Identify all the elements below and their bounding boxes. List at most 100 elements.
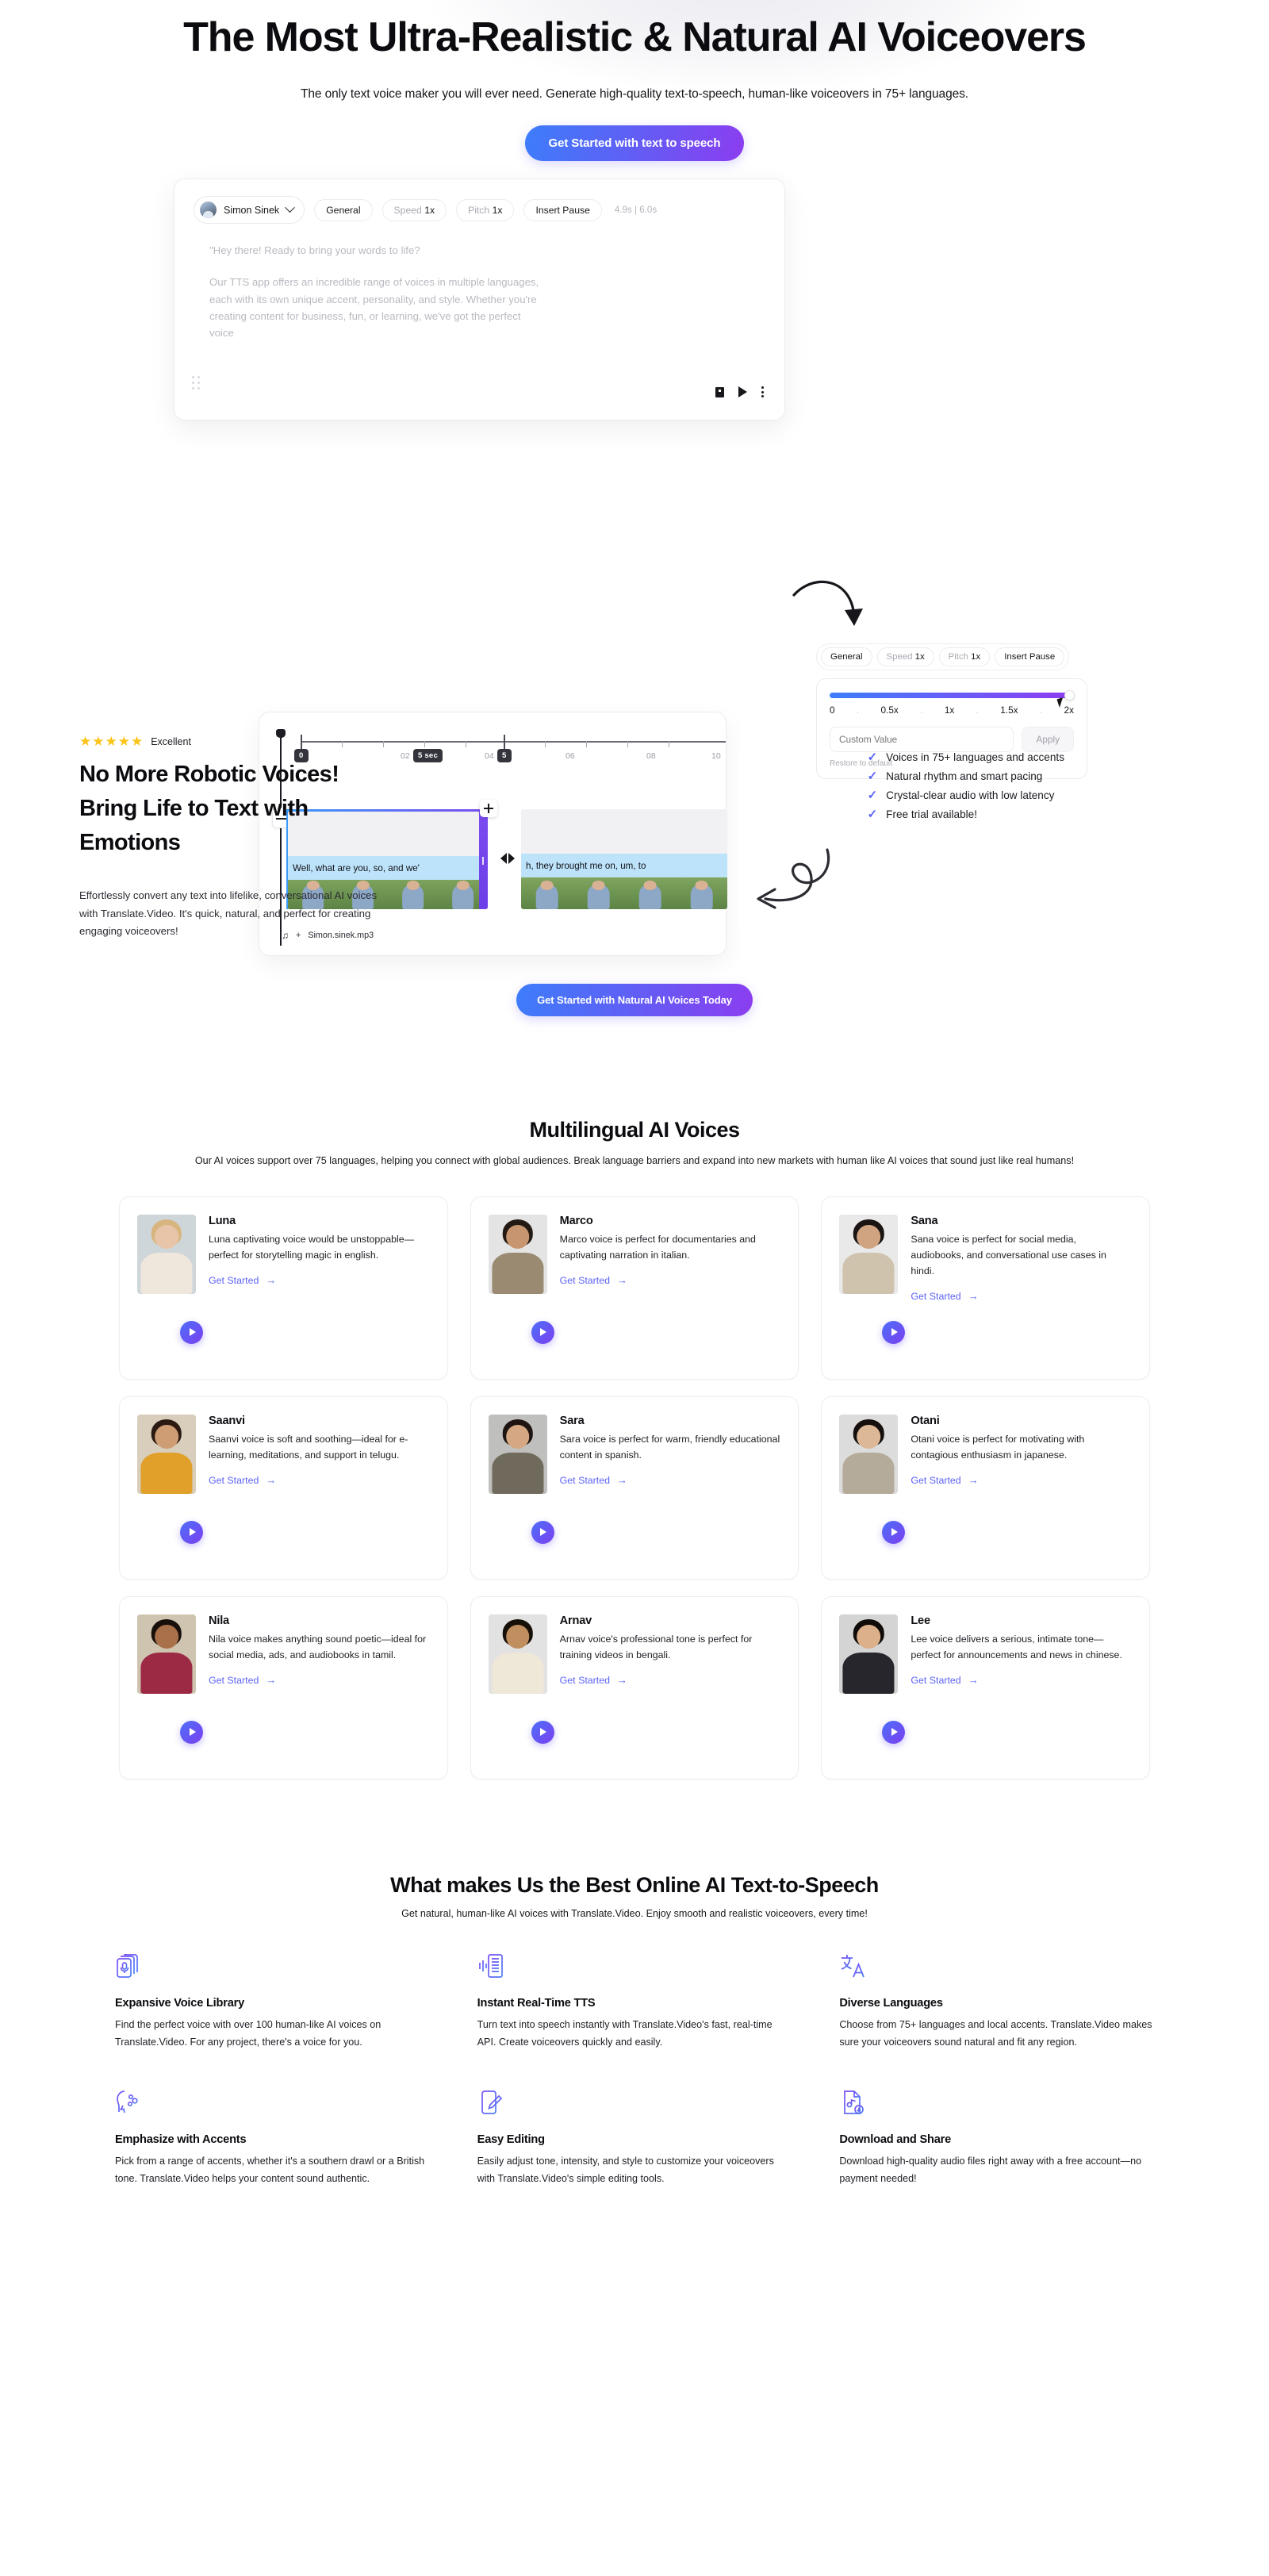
voice-thumbnail: [839, 1614, 906, 1758]
feature-item: Instant Real-Time TTS Turn text into spee…: [477, 1952, 792, 2051]
bookmark-icon[interactable]: [715, 386, 724, 397]
voice-info: Sana Sana voice is perfect for social med…: [911, 1215, 1132, 1358]
feature-title: Emphasize with Accents: [115, 2133, 247, 2147]
voice-card[interactable]: Otani Otani voice is perfect for motivati…: [821, 1395, 1150, 1580]
voice-card[interactable]: Sana Sana voice is perfect for social med…: [821, 1196, 1150, 1380]
voice-description: Saanvi voice is soft and soothing—ideal …: [209, 1433, 408, 1461]
voice-card[interactable]: Lee Lee voice delivers a serious, intimat…: [821, 1595, 1150, 1779]
get-started-label: Get Started: [559, 1474, 611, 1486]
get-started-label: Get Started: [209, 1474, 259, 1486]
speed-slider[interactable]: [830, 690, 1075, 701]
voice-card[interactable]: Sara Sara voice is perfect for warm, frie…: [470, 1395, 799, 1580]
play-voice-button[interactable]: [531, 1520, 554, 1544]
hero-cta-button[interactable]: Get Started with text to speech: [524, 125, 745, 162]
voice-description: Sana voice is perfect for social media, …: [911, 1233, 1106, 1277]
voice-description: Nila voice makes anything sound poetic—i…: [209, 1633, 427, 1661]
voice-avatar-image: [488, 1414, 547, 1494]
get-started-label: Get Started: [911, 1474, 961, 1486]
scale-dot-4: .: [1039, 704, 1043, 716]
rating-label: Excellent: [151, 736, 191, 748]
transition-icon[interactable]: [499, 851, 516, 866]
voice-info: Saanvi Saanvi voice is soft and soothing—…: [209, 1415, 430, 1558]
scale-0: 0: [830, 704, 835, 716]
arrow-right-icon: →: [617, 1674, 628, 1687]
voice-name: Marco: [559, 1214, 593, 1227]
play-voice-button[interactable]: [531, 1320, 554, 1344]
voice-library-icon: [115, 1952, 142, 1979]
product-mockup-area: Simon Sinek General Speed 1x Pitch 1x In…: [0, 179, 1269, 957]
checklist-label: Voices in 75+ languages and accents: [886, 751, 1064, 764]
get-started-link[interactable]: Get Started →: [209, 1674, 276, 1686]
popover-speed-label: Speed: [886, 652, 913, 662]
play-icon[interactable]: [738, 386, 747, 398]
feature-title: Instant Real-Time TTS: [477, 1996, 596, 2010]
get-started-link[interactable]: Get Started →: [911, 1474, 978, 1486]
insert-pause-button[interactable]: Insert Pause: [523, 198, 602, 221]
feature-item: Emphasize with Accents Pick from a range …: [115, 2089, 430, 2187]
get-started-link[interactable]: Get Started →: [560, 1474, 627, 1486]
feature-title: Diverse Languages: [839, 1996, 943, 2010]
feature-title: Easy Editing: [477, 2133, 545, 2147]
get-started-link[interactable]: Get Started →: [560, 1274, 627, 1286]
voice-card[interactable]: Marco Marco voice is perfect for document…: [470, 1196, 799, 1380]
speed-slider-knob[interactable]: [1064, 690, 1075, 701]
voice-thumbnail: [839, 1414, 906, 1558]
popover-tab-general[interactable]: General: [821, 647, 872, 667]
voice-card[interactable]: Saanvi Saanvi voice is soft and soothing—…: [119, 1395, 448, 1580]
add-clip-button[interactable]: [480, 800, 497, 818]
editor-toolbar: Simon Sinek General Speed 1x Pitch 1x In…: [174, 179, 784, 225]
scale-dot-3: .: [976, 704, 979, 716]
get-started-label: Get Started: [911, 1290, 961, 1302]
speed-value: 1x: [424, 204, 435, 216]
play-voice-button[interactable]: [882, 1520, 906, 1544]
play-voice-button[interactable]: [531, 1720, 554, 1744]
emotions-cta-button[interactable]: Get Started with Natural AI Voices Today: [516, 984, 753, 1017]
tab-speed[interactable]: Speed 1x: [381, 198, 447, 221]
arrow-right-icon: →: [266, 1474, 277, 1487]
voice-card[interactable]: Arnav Arnav voice's professional tone is …: [470, 1595, 799, 1779]
emotions-body: Effortlessly convert any text into lifel…: [79, 889, 378, 938]
editor-text-area[interactable]: "Hey there! Ready to bring your words to…: [174, 224, 784, 342]
tab-pitch[interactable]: Pitch 1x: [456, 198, 515, 221]
play-voice-button[interactable]: [180, 1720, 203, 1744]
list-item: ✓ Crystal-clear audio with low latency: [868, 789, 1064, 801]
voice-card[interactable]: Nila Nila voice makes anything sound poet…: [119, 1595, 448, 1779]
download-audio-icon: [839, 2089, 866, 2116]
play-voice-button[interactable]: [180, 1520, 203, 1544]
voice-selector[interactable]: Simon Sinek: [194, 196, 305, 225]
voice-avatar-image: [839, 1214, 899, 1294]
voices-title: Multilingual AI Voices: [529, 1118, 740, 1142]
get-started-link[interactable]: Get Started →: [560, 1674, 627, 1686]
editor-placeholder-line-2: Our TTS app offers an incredible range o…: [209, 276, 539, 340]
arrow-right-icon: →: [266, 1674, 277, 1687]
play-voice-button[interactable]: [882, 1320, 906, 1344]
arrow-right-icon: →: [968, 1474, 979, 1487]
voice-description: Marco voice is perfect for documentaries…: [559, 1233, 756, 1261]
voice-description: Arnav voice's professional tone is perfe…: [559, 1633, 753, 1661]
popover-tab-speed[interactable]: Speed 1x: [876, 647, 934, 667]
voice-info: Luna Luna captivating voice would be unst…: [209, 1215, 430, 1358]
popover-tab-pitch[interactable]: Pitch 1x: [938, 647, 991, 667]
voice-avatar-image: [137, 1614, 196, 1694]
checklist-label: Crystal-clear audio with low latency: [886, 789, 1055, 802]
realtime-waveform-icon: [477, 1952, 504, 1979]
play-voice-button[interactable]: [180, 1320, 203, 1344]
get-started-link[interactable]: Get Started →: [911, 1290, 978, 1302]
drag-handle-icon[interactable]: [192, 376, 200, 390]
arrow-right-icon: →: [617, 1474, 628, 1487]
play-voice-button[interactable]: [882, 1720, 906, 1744]
tab-general[interactable]: General: [314, 198, 373, 221]
get-started-link[interactable]: Get Started →: [209, 1274, 276, 1286]
more-options-icon[interactable]: [761, 386, 764, 398]
editor-placeholder-line-1: "Hey there! Ready to bring your words to…: [209, 244, 420, 257]
popover-insert-pause[interactable]: Insert Pause: [995, 647, 1065, 667]
voice-description: Lee voice delivers a serious, intimate t…: [911, 1633, 1122, 1661]
pitch-label: Pitch: [468, 204, 490, 216]
voice-card[interactable]: Luna Luna captivating voice would be unst…: [119, 1196, 448, 1380]
curved-arrow-down-icon: [792, 581, 863, 627]
voice-info: Otani Otani voice is perfect for motivati…: [911, 1415, 1132, 1558]
get-started-link[interactable]: Get Started →: [911, 1674, 978, 1686]
hero-section: The Most Ultra-Realistic & Natural AI Vo…: [0, 0, 1269, 162]
feature-item: Easy Editing Easily adjust tone, intensit…: [477, 2089, 792, 2187]
get-started-link[interactable]: Get Started →: [209, 1474, 276, 1486]
